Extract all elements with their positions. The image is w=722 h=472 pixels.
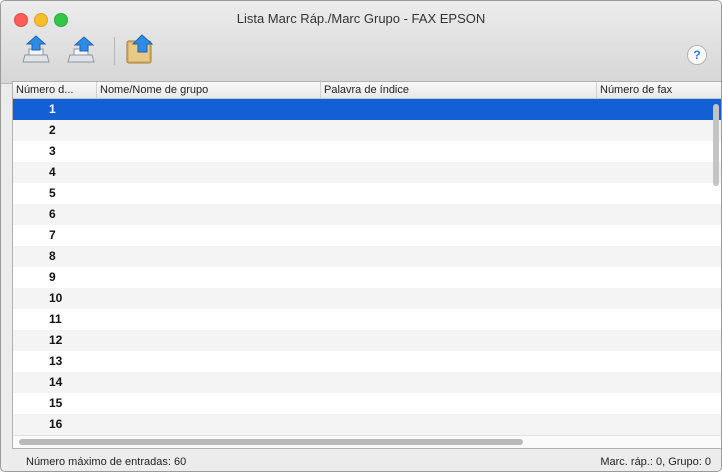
address-book-export-button[interactable] — [123, 33, 157, 67]
row-number: 16 — [49, 417, 63, 431]
row-number: 8 — [49, 249, 56, 263]
table-body: 1 2 3 4 5 6 7 8 9 10 11 12 13 14 15 16 — [13, 99, 721, 435]
table-row[interactable]: 10 — [13, 288, 721, 309]
row-number: 5 — [49, 186, 56, 200]
horizontal-scroll-track — [13, 435, 721, 448]
table-row[interactable]: 4 — [13, 162, 721, 183]
address-book-export-icon — [126, 34, 154, 64]
window-title: Lista Marc Ráp./Marc Grupo - FAX EPSON — [236, 11, 486, 26]
fax-list-window: Lista Marc Ráp./Marc Grupo - FAX EPSON ?… — [0, 0, 722, 472]
column-header-fax-number[interactable]: Número de fax — [597, 82, 721, 98]
add-group-dial-button[interactable] — [64, 33, 98, 67]
table-row[interactable]: 2 — [13, 120, 721, 141]
help-button[interactable]: ? — [687, 45, 707, 65]
add-speed-dial-icon — [22, 35, 50, 63]
status-bar: Número máximo de entradas: 60 Marc. ráp.… — [1, 449, 721, 471]
column-header-index-word[interactable]: Palavra de índice — [321, 82, 597, 98]
row-number: 3 — [49, 144, 56, 158]
table-row[interactable]: 14 — [13, 372, 721, 393]
column-header-name[interactable]: Nome/Nome de grupo — [97, 82, 321, 98]
max-entries-text: Número máximo de entradas: 60 — [26, 456, 187, 468]
table-row[interactable]: 15 — [13, 393, 721, 414]
table-row[interactable]: 7 — [13, 225, 721, 246]
table-row[interactable]: 8 — [13, 246, 721, 267]
title-bar: Lista Marc Ráp./Marc Grupo - FAX EPSON ? — [1, 1, 721, 84]
table-row[interactable]: 16 — [13, 414, 721, 435]
table-row[interactable]: 3 — [13, 141, 721, 162]
table-header: Número d... Nome/Nome de grupo Palavra d… — [13, 82, 721, 99]
add-group-dial-icon — [67, 36, 95, 63]
table-row[interactable]: 9 — [13, 267, 721, 288]
row-number: 13 — [49, 354, 63, 368]
table-row[interactable]: 13 — [13, 351, 721, 372]
table-row[interactable]: 6 — [13, 204, 721, 225]
add-speed-dial-button[interactable] — [19, 33, 53, 67]
row-number: 11 — [49, 312, 62, 326]
row-number: 15 — [49, 396, 63, 410]
horizontal-scrollbar[interactable] — [19, 439, 523, 445]
row-number: 2 — [49, 123, 56, 137]
row-number: 7 — [49, 228, 56, 242]
entry-count-text: Marc. ráp.: 0, Grupo: 0 — [600, 456, 711, 468]
table-row[interactable]: 12 — [13, 330, 721, 351]
row-number: 6 — [49, 207, 56, 221]
row-number: 14 — [49, 375, 63, 389]
column-header-number[interactable]: Número d... — [13, 82, 97, 98]
row-number: 4 — [49, 165, 56, 179]
row-number: 12 — [49, 333, 63, 347]
vertical-scrollbar[interactable] — [713, 104, 719, 186]
row-number: 1 — [49, 102, 56, 116]
toolbar-separator — [114, 37, 115, 65]
table-row[interactable]: 5 — [13, 183, 721, 204]
row-number: 9 — [49, 270, 56, 284]
table-row[interactable]: 1 — [13, 99, 721, 120]
table-row[interactable]: 11 — [13, 309, 721, 330]
row-number: 10 — [49, 291, 63, 305]
speed-dial-table: Número d... Nome/Nome de grupo Palavra d… — [12, 81, 721, 449]
